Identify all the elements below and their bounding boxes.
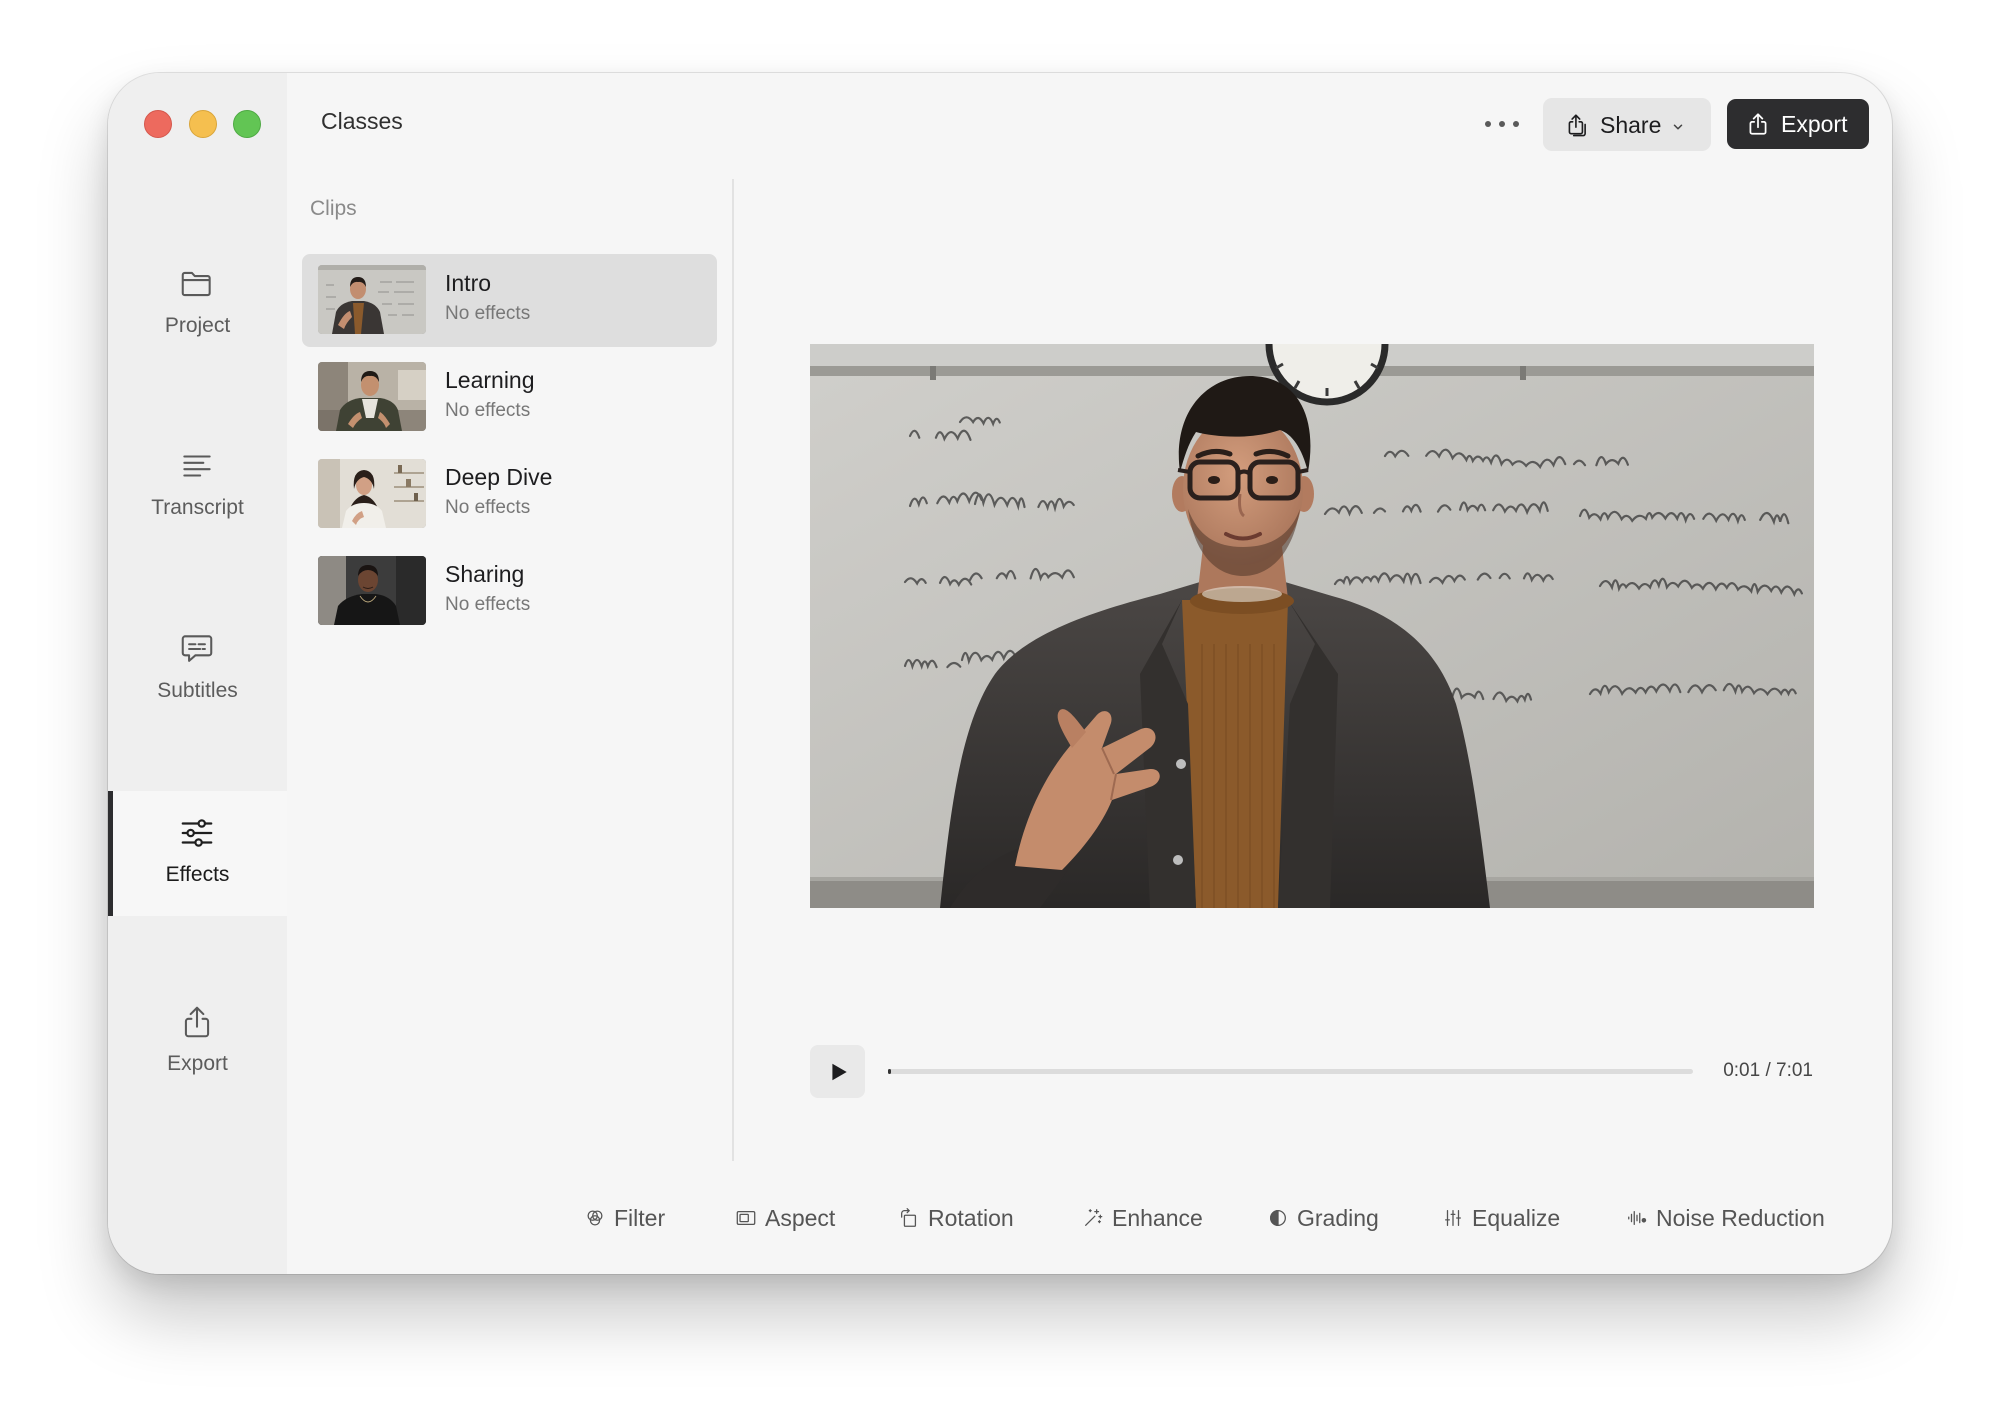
clip-thumbnail xyxy=(318,556,426,625)
share-button-label: Share xyxy=(1600,111,1662,138)
color-grading-icon xyxy=(1267,1207,1289,1229)
video-frame xyxy=(810,344,1814,908)
clip-item-intro[interactable]: Intro No effects xyxy=(302,254,717,347)
tool-label: Rotation xyxy=(928,1205,1014,1231)
sidebar-item-label: Effects xyxy=(165,863,230,886)
sidebar-item-label: Transcript xyxy=(151,496,244,519)
sidebar-item-label: Project xyxy=(164,314,231,337)
clip-status: No effects xyxy=(445,303,531,324)
share-button[interactable]: Share xyxy=(1543,98,1711,151)
progress-fill xyxy=(888,1069,891,1074)
tool-grading[interactable]: Grading xyxy=(1267,1204,1379,1232)
export-button-label: Export xyxy=(1781,111,1848,137)
clip-thumbnail xyxy=(318,459,426,528)
sidebar-item-effects[interactable]: Effects xyxy=(108,791,287,916)
app-window: Project Transcript Subtitles Effects Exp… xyxy=(108,73,1892,1274)
waveform-icon xyxy=(1626,1207,1648,1229)
equalizer-icon xyxy=(1442,1207,1464,1229)
export-button[interactable]: Export xyxy=(1727,99,1869,149)
window-title: Classes xyxy=(321,108,403,134)
video-preview xyxy=(810,344,1814,908)
tool-equalize[interactable]: Equalize xyxy=(1442,1204,1560,1232)
chevron-down-icon xyxy=(1671,116,1685,134)
sidebar-item-export[interactable]: Export xyxy=(108,980,287,1105)
transcript-icon xyxy=(178,447,216,485)
tool-label: Enhance xyxy=(1112,1205,1203,1231)
filter-icon xyxy=(584,1207,606,1229)
sidebar-item-label: Export xyxy=(167,1052,228,1075)
folder-icon xyxy=(178,265,216,303)
tool-label: Aspect xyxy=(765,1205,836,1231)
tool-label: Noise Reduction xyxy=(1656,1205,1825,1231)
tool-aspect[interactable]: Aspect xyxy=(735,1204,835,1232)
export-icon xyxy=(178,1003,216,1041)
clip-title: Learning xyxy=(445,367,535,393)
tool-rotation[interactable]: Rotation xyxy=(898,1204,1014,1232)
rotation-icon xyxy=(898,1207,920,1229)
sidebar-item-project[interactable]: Project xyxy=(108,242,287,367)
tool-label: Equalize xyxy=(1472,1205,1561,1231)
more-options-button[interactable] xyxy=(1480,111,1524,137)
clip-title: Sharing xyxy=(445,561,525,587)
clip-item-deep-dive[interactable]: Deep Dive No effects xyxy=(302,448,717,541)
panel-divider xyxy=(732,179,734,1161)
tool-enhance[interactable]: Enhance xyxy=(1082,1204,1203,1232)
sidebar: Project Transcript Subtitles Effects Exp… xyxy=(108,73,287,1274)
close-window-button[interactable] xyxy=(144,110,172,138)
clip-status: No effects xyxy=(445,400,531,421)
sidebar-item-transcript[interactable]: Transcript xyxy=(108,424,287,549)
sidebar-item-subtitles[interactable]: Subtitles xyxy=(108,607,287,732)
clip-title: Intro xyxy=(445,270,492,296)
clip-status: No effects xyxy=(445,497,531,518)
clip-thumbnail xyxy=(318,362,426,431)
playback-time: 0:01 / 7:01 xyxy=(1723,1060,1813,1081)
clips-heading: Clips xyxy=(310,197,357,220)
export-icon xyxy=(1745,111,1771,137)
clip-title: Deep Dive xyxy=(445,464,553,490)
play-button[interactable] xyxy=(810,1045,865,1098)
share-icon xyxy=(1564,112,1590,138)
magic-wand-icon xyxy=(1082,1207,1104,1229)
subtitles-icon xyxy=(178,630,216,668)
ellipsis-icon xyxy=(1513,121,1519,127)
clip-status: No effects xyxy=(445,594,531,615)
tool-noise-reduction[interactable]: Noise Reduction xyxy=(1626,1204,1825,1232)
aspect-ratio-icon xyxy=(735,1207,757,1229)
ellipsis-icon xyxy=(1485,121,1491,127)
zoom-window-button[interactable] xyxy=(233,110,261,138)
minimize-window-button[interactable] xyxy=(189,110,217,138)
sliders-icon xyxy=(178,814,216,852)
clip-item-learning[interactable]: Learning No effects xyxy=(302,351,717,444)
ellipsis-icon xyxy=(1499,121,1505,127)
clip-item-sharing[interactable]: Sharing No effects xyxy=(302,545,717,638)
tool-label: Grading xyxy=(1297,1205,1379,1231)
play-icon xyxy=(832,1063,847,1080)
sidebar-item-label: Subtitles xyxy=(157,679,238,702)
progress-scrubber[interactable] xyxy=(888,1069,1693,1074)
clip-thumbnail xyxy=(318,265,426,334)
tool-label: Filter xyxy=(614,1205,666,1231)
tool-filter[interactable]: Filter xyxy=(584,1204,665,1232)
